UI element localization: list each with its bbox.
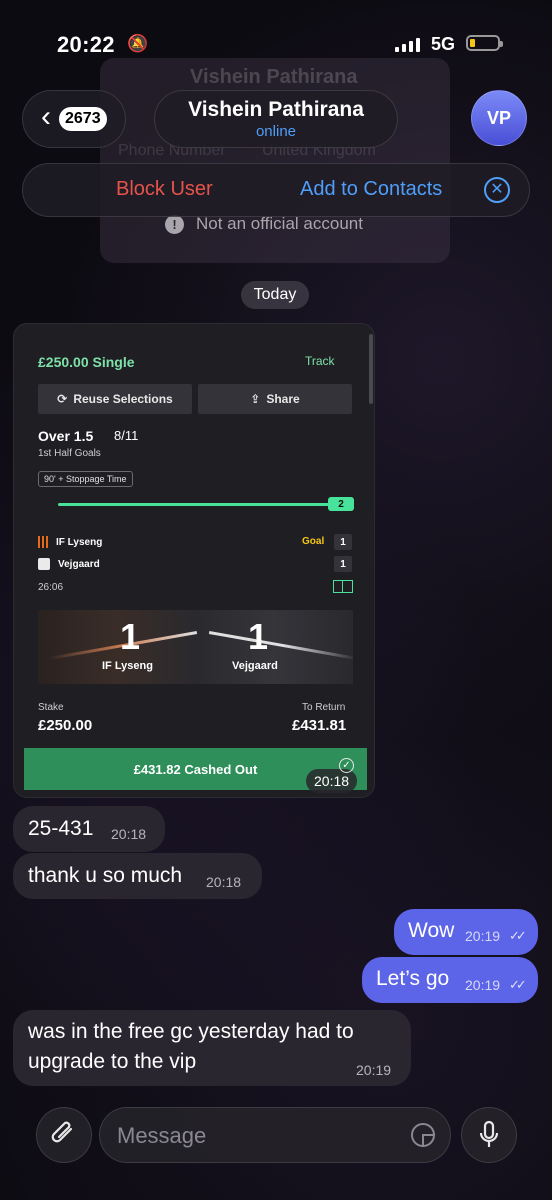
- market-name: Over 1.5: [38, 428, 94, 444]
- goal-tag: Goal: [302, 536, 325, 547]
- unread-count-badge: 2673: [59, 107, 107, 131]
- share-icon: ⇪: [250, 392, 261, 406]
- away-kit-icon: [38, 558, 50, 570]
- team-row-away: Vejgaard: [38, 558, 100, 570]
- team-row-home: IF Lyseng: [38, 536, 102, 548]
- double-check-icon: ✓✓: [509, 977, 527, 992]
- back-button[interactable]: ‹ 2673: [22, 90, 126, 148]
- banner-home-score: 1: [120, 616, 141, 657]
- banner-away-team: Vejgaard: [232, 660, 278, 672]
- track-link: Track: [305, 354, 335, 368]
- attach-button[interactable]: [36, 1107, 92, 1163]
- message-time: 20:18: [111, 826, 147, 842]
- message-text: thank u so much: [28, 864, 183, 887]
- home-score: 1: [334, 534, 352, 550]
- goal-progress-bar: [58, 503, 334, 506]
- signal-icon: [395, 36, 420, 52]
- bet-header: £250.00 Single: [38, 354, 135, 370]
- stake-label: Stake: [38, 702, 64, 713]
- contact-name: Vishein Pathirana: [188, 98, 364, 121]
- message-time: 20:19: [465, 977, 501, 993]
- message-bubble-in[interactable]: was in the free gc yesterday had to upgr…: [13, 1010, 411, 1086]
- chevron-left-icon: ‹: [41, 100, 51, 133]
- message-bubble-out[interactable]: Wow 20:19 ✓✓: [394, 909, 538, 955]
- banner-home-team: IF Lyseng: [102, 660, 153, 672]
- message-text-line-2: upgrade to the vip: [28, 1050, 197, 1073]
- market-subtitle: 1st Half Goals: [38, 448, 101, 459]
- add-to-contacts-button[interactable]: Add to Contacts: [300, 178, 442, 201]
- image-timestamp: 20:18: [306, 769, 358, 793]
- banner-away-score: 1: [248, 616, 269, 657]
- scroll-indicator: [369, 334, 373, 404]
- banner-slash-right: [208, 630, 353, 661]
- message-bubble-in[interactable]: thank u so much 20:18: [13, 853, 262, 899]
- image-message[interactable]: £250.00 Single Track ⟳ Reuse Selections …: [13, 323, 375, 798]
- close-icon[interactable]: ✕: [484, 177, 510, 203]
- message-placeholder: Message: [117, 1123, 207, 1148]
- return-value: £431.81: [292, 717, 347, 734]
- contact-status: online: [255, 123, 297, 140]
- muted-bell-icon: 🔕: [127, 34, 149, 53]
- network-type: 5G: [431, 34, 456, 54]
- status-time: 20:22: [57, 32, 115, 57]
- reuse-selections-button: ⟳ Reuse Selections: [38, 384, 192, 414]
- home-kit-icon: [38, 536, 48, 548]
- microphone-icon: [479, 1120, 499, 1147]
- message-text: Let’s go: [376, 967, 450, 990]
- status-bar: 20:22 🔕 5G: [0, 0, 552, 90]
- check-circle-icon: ✓: [339, 758, 354, 773]
- message-bubble-in[interactable]: 25-431 20:18: [13, 806, 165, 852]
- info-icon: !: [165, 214, 184, 234]
- market-odds: 8/11: [114, 428, 139, 443]
- message-text-line-1: was in the free gc yesterday had to: [28, 1020, 354, 1043]
- match-clock: 26:06: [38, 582, 64, 593]
- share-button: ⇪ Share: [198, 384, 352, 414]
- message-time: 20:18: [206, 874, 242, 890]
- double-check-icon: ✓✓: [509, 928, 527, 943]
- date-separator: Today: [241, 281, 309, 309]
- score-banner: 1 1 IF Lyseng Vejgaard: [38, 610, 353, 684]
- goal-progress-value: 2: [328, 497, 354, 511]
- pitch-icon: [333, 580, 353, 593]
- message-text: Wow: [408, 919, 455, 942]
- message-input[interactable]: Message: [99, 1107, 451, 1163]
- reuse-label: Reuse Selections: [73, 392, 173, 406]
- avatar[interactable]: VP: [471, 90, 527, 146]
- stake-value: £250.00: [38, 717, 93, 734]
- return-label: To Return: [302, 702, 346, 713]
- action-bar: Block User Add to Contacts ✕: [22, 163, 530, 217]
- share-label: Share: [266, 392, 300, 406]
- message-text: 25-431: [28, 817, 94, 840]
- not-official-text: Not an official account: [196, 214, 363, 233]
- sticker-icon[interactable]: [411, 1123, 435, 1147]
- not-official-notice: ! Not an official account: [165, 214, 363, 234]
- paperclip-icon: [51, 1121, 73, 1143]
- message-bubble-out[interactable]: Let’s go 20:19 ✓✓: [362, 957, 538, 1003]
- battery-icon: [466, 35, 503, 51]
- block-user-button[interactable]: Block User: [116, 178, 213, 201]
- message-time: 20:19: [465, 928, 501, 944]
- away-score: 1: [334, 556, 352, 572]
- refresh-icon: ⟳: [57, 392, 68, 406]
- microphone-button[interactable]: [461, 1107, 517, 1163]
- away-team: Vejgaard: [58, 558, 100, 570]
- time-chip: 90' + Stoppage Time: [38, 471, 133, 487]
- chat-title[interactable]: Vishein Pathirana online: [154, 90, 398, 148]
- message-time: 20:19: [356, 1062, 392, 1078]
- home-team: IF Lyseng: [56, 536, 103, 548]
